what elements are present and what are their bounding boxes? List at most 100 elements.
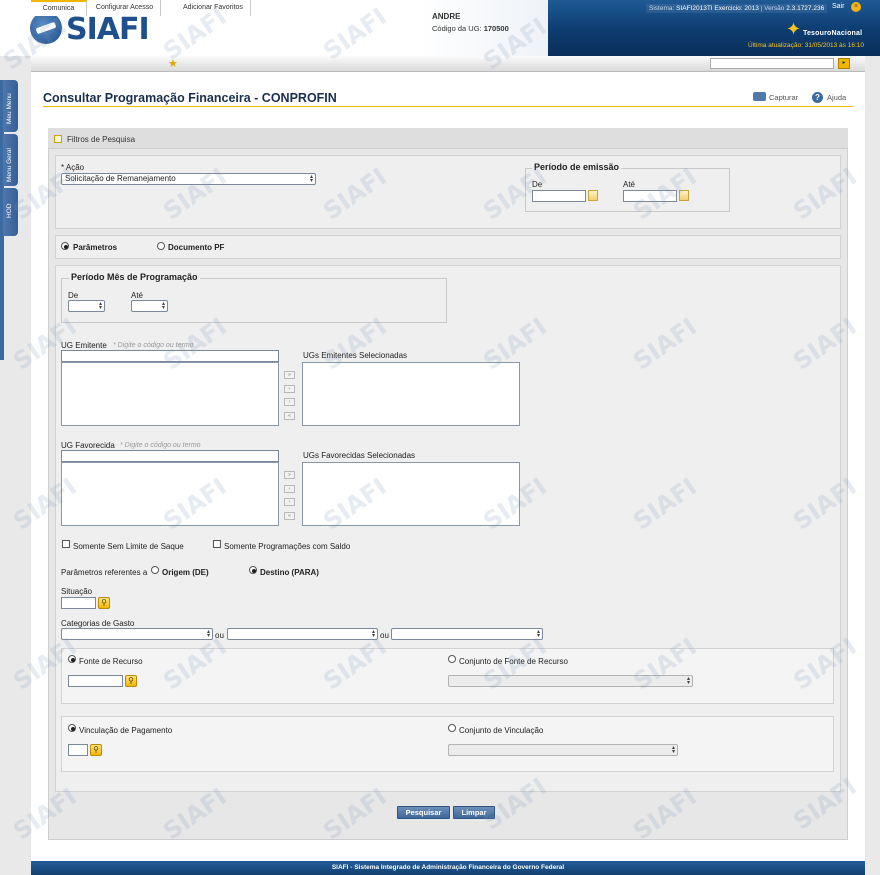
destino-radio[interactable]: [249, 566, 257, 574]
categoria-gasto-select-2[interactable]: ▴ ▾: [227, 628, 378, 640]
title-underline: [43, 106, 853, 107]
conjunto-fonte-label: Conjunto de Fonte de Recurso: [459, 657, 568, 666]
periodo-emissao-legend: Período de emissão: [532, 162, 622, 172]
emissao-ate-input[interactable]: [623, 190, 677, 202]
last-update: Última atualização: 31/05/2013 às 16:10: [748, 42, 864, 49]
mes-de-select[interactable]: ▴ ▾: [68, 300, 105, 312]
conjunto-vinculacao-radio[interactable]: [448, 724, 456, 732]
destino-label: Destino (PARA): [260, 568, 319, 577]
situacao-label: Situação: [61, 587, 93, 596]
move-right-button[interactable]: ›: [284, 485, 295, 493]
move-all-left-button[interactable]: «: [284, 412, 295, 420]
conjunto-fonte-select[interactable]: ▴ ▾: [448, 675, 693, 687]
limpar-button[interactable]: Limpar: [453, 806, 495, 819]
sem-limite-checkbox[interactable]: [62, 540, 70, 548]
ugs-emitentes-selecionadas-label: UGs Emitentes Selecionadas: [303, 351, 408, 360]
ugs-emitentes-selected-list[interactable]: [302, 362, 520, 426]
ug-favorecida-input[interactable]: [61, 450, 279, 462]
version-value: 2.3.1727.236: [786, 5, 825, 12]
top-search-input[interactable]: [710, 58, 834, 69]
move-left-button[interactable]: ‹: [284, 498, 295, 506]
acao-select[interactable]: Solicitação de Remanejamento ▴ ▾: [61, 173, 316, 185]
emissao-de-label: De: [532, 180, 543, 189]
mes-ate-select[interactable]: ▴ ▾: [131, 300, 168, 312]
move-all-left-button[interactable]: «: [284, 512, 295, 520]
page-title: Consultar Programação Financeira - CONPR…: [43, 91, 337, 105]
help-icon[interactable]: ?: [812, 92, 823, 103]
vinculacao-label: Vinculação de Pagamento: [79, 726, 173, 735]
logout-link[interactable]: Sair: [832, 3, 844, 10]
ug-code-label: Código da UG: 170500: [432, 24, 509, 33]
select-arrows-icon: ▴ ▾: [671, 745, 675, 755]
fonte-recurso-input[interactable]: [68, 675, 123, 687]
parametros-referentes-label: Parâmetros referentes a: [61, 568, 148, 577]
situacao-input[interactable]: [61, 597, 96, 609]
com-saldo-checkbox[interactable]: [213, 540, 221, 548]
tab-adicionar-favoritos[interactable]: Adicionar Favoritos: [163, 0, 251, 16]
categoria-gasto-select-3[interactable]: ▴ ▾: [391, 628, 543, 640]
star-icon: ★: [168, 58, 178, 70]
ug-favorecida-label: UG Favorecida: [61, 441, 115, 450]
close-icon[interactable]: ×: [851, 2, 861, 12]
move-right-button[interactable]: ›: [284, 385, 295, 393]
select-arrows-icon: ▴ ▾: [206, 629, 210, 639]
search-icon[interactable]: ⚲: [90, 744, 102, 756]
ug-favorecida-results-list[interactable]: [61, 462, 279, 526]
help-button[interactable]: Ajuda: [827, 93, 846, 102]
ug-favorecida-hint: * Digite o código ou termo: [120, 442, 201, 449]
sidebar-tab-meu-menu[interactable]: Meu Menu: [3, 80, 18, 132]
siafi-logo: SIAFI: [66, 12, 150, 47]
origem-radio[interactable]: [151, 566, 159, 574]
sidebar-tab-menu-geral[interactable]: Menu Geral: [3, 134, 18, 186]
periodo-mes-fieldset: [61, 278, 447, 323]
move-left-button[interactable]: ‹: [284, 398, 295, 406]
tesouro-star-icon: ✦: [786, 19, 802, 39]
filter-panel-header[interactable]: [48, 128, 848, 149]
move-all-right-button[interactable]: »: [284, 371, 295, 379]
ug-code: 170500: [483, 24, 509, 33]
ug-emitente-hint: * Digite o código ou termo: [113, 342, 194, 349]
tab-comunica[interactable]: Comunica: [31, 0, 87, 16]
move-all-right-button[interactable]: »: [284, 471, 295, 479]
capture-button[interactable]: Capturar: [769, 93, 798, 102]
vinculacao-input[interactable]: [68, 744, 88, 756]
mes-de-label: De: [68, 291, 79, 300]
ug-emitente-input[interactable]: [61, 350, 279, 362]
mes-ate-label: Até: [131, 291, 144, 300]
periodo-mes-legend: Período Mês de Programação: [69, 272, 200, 282]
sidebar-tab-hod[interactable]: HOD: [3, 188, 18, 236]
ug-emitente-results-list[interactable]: [61, 362, 279, 426]
conjunto-vinculacao-select[interactable]: ▴ ▾: [448, 744, 678, 756]
top-search-button[interactable]: ▸: [838, 58, 850, 69]
search-icon[interactable]: ⚲: [98, 597, 110, 609]
parametros-radio[interactable]: [61, 242, 69, 250]
collapse-icon[interactable]: [54, 135, 62, 143]
categoria-gasto-select-1[interactable]: ▴ ▾: [61, 628, 213, 640]
system-info: Sistema: SIAFI2013TI Exercicio: 2013 | V…: [646, 4, 828, 13]
select-arrows-icon: ▴ ▾: [371, 629, 375, 639]
emissao-de-input[interactable]: [532, 190, 586, 202]
parametros-label: Parâmetros: [73, 243, 118, 252]
calendar-icon[interactable]: [588, 190, 598, 201]
vinculacao-radio[interactable]: [68, 724, 76, 732]
ug-label-text: Código da UG:: [432, 24, 482, 33]
ugs-favorecidas-selected-list[interactable]: [302, 462, 520, 526]
calendar-icon[interactable]: [679, 190, 689, 201]
emissao-ate-label: Até: [623, 180, 636, 189]
system-label: Sistema:: [649, 5, 675, 12]
origem-label: Origem (DE): [162, 568, 209, 577]
tesouro-nacional-logo: TesouroNacional: [803, 30, 863, 37]
ou-label: ou: [380, 631, 389, 640]
footer: SIAFI - Sistema Integrado de Administraç…: [31, 861, 865, 875]
conjunto-vinculacao-label: Conjunto de Vinculação: [459, 726, 544, 735]
select-arrows-icon: ▴ ▾: [536, 629, 540, 639]
fonte-recurso-radio[interactable]: [68, 655, 76, 663]
documento-pf-radio[interactable]: [157, 242, 165, 250]
tab-configurar-acesso[interactable]: Configurar Acesso: [89, 0, 161, 16]
camera-icon[interactable]: [753, 92, 766, 101]
search-icon[interactable]: ⚲: [125, 675, 137, 687]
fonte-recurso-label: Fonte de Recurso: [79, 657, 143, 666]
conjunto-fonte-radio[interactable]: [448, 655, 456, 663]
pesquisar-button[interactable]: Pesquisar: [397, 806, 450, 819]
ug-emitente-label: UG Emitente: [61, 341, 107, 350]
